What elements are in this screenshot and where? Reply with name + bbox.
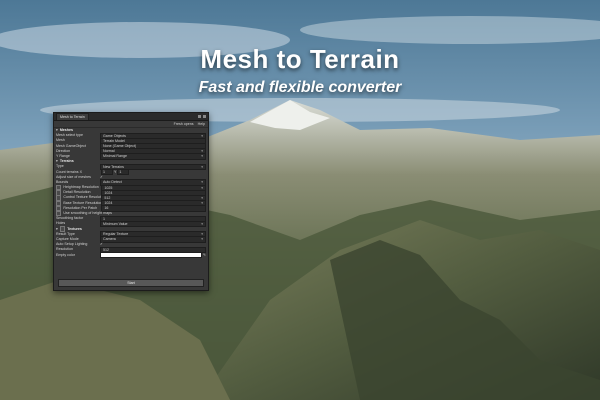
- window-controls: [198, 115, 206, 118]
- field-label: Empty color: [56, 252, 75, 257]
- field-row: Empty color ✎: [54, 252, 208, 259]
- holes-dropdown[interactable]: Minimum Value: [100, 220, 206, 228]
- empty-color-picker[interactable]: [100, 252, 202, 259]
- menu-icon[interactable]: [198, 115, 201, 118]
- y-label: Y: [114, 169, 117, 174]
- mesh-to-terrain-window: Mesh to Terrain Fresh opens Help ▾ Meshes…: [53, 112, 209, 291]
- window-tab[interactable]: Mesh to Terrain: [56, 113, 89, 120]
- start-button[interactable]: Start: [58, 279, 204, 287]
- history-button[interactable]: Fresh opens: [174, 122, 194, 126]
- window-titlebar: Mesh to Terrain: [54, 113, 208, 121]
- count-y-input[interactable]: 1: [117, 169, 130, 176]
- field-row: Y Range Minimal Range: [54, 153, 208, 160]
- window-toolbar: Fresh opens Help: [54, 121, 208, 128]
- headline-subtitle: Fast and flexible converter: [198, 79, 402, 96]
- capture-mode-dropdown[interactable]: Camera: [100, 236, 206, 243]
- y-range-dropdown[interactable]: Minimal Range: [100, 153, 206, 160]
- help-button[interactable]: Help: [198, 122, 205, 126]
- headline-title: Mesh to Terrain: [200, 44, 400, 74]
- eyedropper-icon[interactable]: ✎: [203, 253, 206, 258]
- resolution-per-patch-input[interactable]: 16: [101, 205, 206, 212]
- headline: Mesh to Terrain Fast and flexible conver…: [0, 44, 600, 97]
- close-icon[interactable]: [203, 115, 206, 118]
